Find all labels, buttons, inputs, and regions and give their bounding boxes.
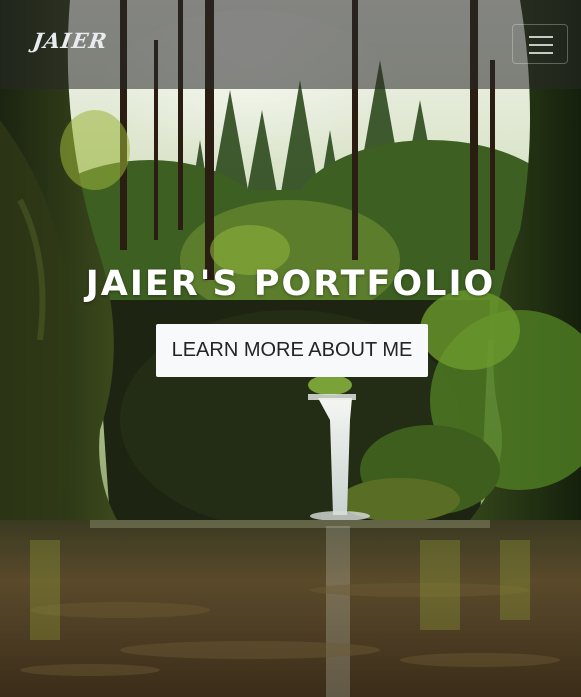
- hamburger-menu-icon-line: [529, 52, 553, 54]
- brand-logo[interactable]: JAIER: [31, 28, 109, 53]
- navbar: JAIER: [0, 0, 581, 89]
- hamburger-menu-icon-line: [529, 44, 553, 46]
- hero-section: JAIER JAIER'S PORTFOLIO LEARN MORE ABOUT…: [0, 0, 581, 697]
- learn-more-button[interactable]: LEARN MORE ABOUT ME: [156, 324, 428, 377]
- hero-title: JAIER'S PORTFOLIO: [85, 264, 496, 304]
- hamburger-menu-button[interactable]: [512, 24, 568, 64]
- hamburger-menu-icon: [529, 36, 553, 38]
